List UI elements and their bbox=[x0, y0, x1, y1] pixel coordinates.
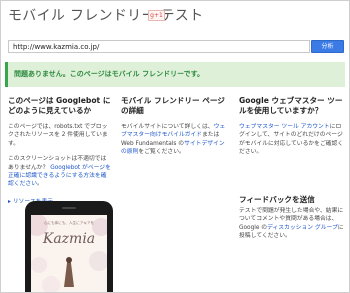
googlebot-view-heading: このページは Googlebot にどのように見えているか bbox=[8, 96, 111, 115]
blocked-resources-text: このページでは、robots.txt でブロックされたリソースを 2 件使用して… bbox=[8, 124, 108, 147]
webmaster-tools-heading: Google ウェブマスター ツールを使用していますか？ bbox=[239, 96, 343, 115]
analyze-button[interactable]: 分析 bbox=[311, 40, 344, 53]
result-banner: 問題ありません。このページはモバイル フレンドリーです。 bbox=[5, 62, 345, 87]
brand-tagline: 心にも体にも、人生にアキアを bbox=[43, 221, 95, 225]
phone-screen: 心にも体にも、人生にアキアを Kazmia bbox=[31, 215, 107, 292]
feedback-heading: フィードバックを送信 bbox=[239, 195, 315, 204]
url-input[interactable] bbox=[8, 40, 310, 53]
mobile-details-column: モバイル フレンドリー ページの詳細 モバイルサイトについて詳しくは、ウェブマス… bbox=[121, 96, 227, 157]
phone-preview: 心にも体にも、人生にアキアを Kazmia bbox=[25, 201, 113, 292]
result-message: 問題ありません。このページはモバイル フレンドリーです。 bbox=[14, 70, 204, 78]
google-plus-one-button[interactable]: g+1 bbox=[148, 10, 165, 21]
phone-speaker bbox=[62, 207, 76, 209]
mobile-friendly-test-page: モバイル フレンドリー テスト g+1 分析 問題ありません。このページはモバイ… bbox=[0, 0, 350, 293]
brand-logo: Kazmia bbox=[42, 231, 96, 247]
mobile-details-text: モバイルサイトについて詳しくは、ウェブマスター向けモバイルガイドまたは Web … bbox=[121, 124, 226, 156]
mobile-details-heading: モバイル フレンドリー ページの詳細 bbox=[121, 96, 225, 115]
screenshot-question: このスクリーンショットは不適切ではありませんか？ Googlebot がページを… bbox=[8, 156, 111, 188]
webmaster-tools-text: ウェブマスター ツール アカウントにログインして、サイトのどれだけのページがモバ… bbox=[239, 124, 344, 156]
floral-decoration-image bbox=[31, 215, 107, 292]
webmaster-tools-column: Google ウェブマスター ツールを使用していますか？ ウェブマスター ツール… bbox=[239, 96, 345, 157]
webmaster-tools-account-link[interactable]: ウェブマスター ツール アカウント bbox=[239, 124, 330, 130]
discussion-group-link[interactable]: ディスカッション グループ bbox=[267, 225, 338, 231]
feedback-text: テストで問題が発生した場合や、結果についてコメントや質問がある場合は、Googl… bbox=[239, 208, 344, 240]
googlebot-view-column: このページは Googlebot にどのように見えているか このページでは、ro… bbox=[8, 96, 112, 206]
page-title: モバイル フレンドリー テスト bbox=[8, 8, 204, 24]
